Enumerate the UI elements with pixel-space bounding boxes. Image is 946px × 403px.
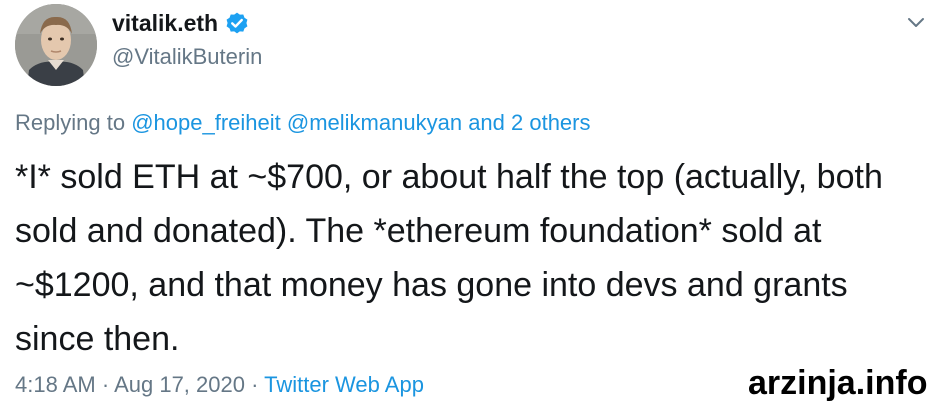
tweet-meta: 4:18 AM · Aug 17, 2020 · Twitter Web App [15,372,424,398]
source-app-link[interactable]: Twitter Web App [264,372,424,397]
tweet-date[interactable]: Aug 17, 2020 [114,372,245,397]
author-name-row: vitalik.eth [112,10,250,37]
others-link[interactable]: and 2 others [468,110,590,135]
tweet-card: vitalik.eth @VitalikButerin Replying to … [0,0,946,403]
meta-separator: · [101,372,110,397]
tweet-text: *I* sold ETH at ~$700, or about half the… [15,158,883,358]
mention-link[interactable]: @melikmanukyan [287,110,462,135]
user-handle[interactable]: @VitalikButerin [112,44,262,70]
meta-separator: · [251,372,259,397]
mention-link[interactable]: @hope_freiheit [131,110,281,135]
avatar-image [15,4,97,86]
watermark: arzinja.info [748,364,928,402]
tweet-time[interactable]: 4:18 AM [15,372,96,397]
display-name[interactable]: vitalik.eth [112,10,218,37]
avatar[interactable] [15,4,97,86]
chevron-down-icon[interactable] [904,10,928,34]
verified-badge-icon [224,11,250,37]
replying-to-label: Replying to [15,110,126,135]
replying-to: Replying to @hope_freiheit @melikmanukya… [15,110,591,136]
